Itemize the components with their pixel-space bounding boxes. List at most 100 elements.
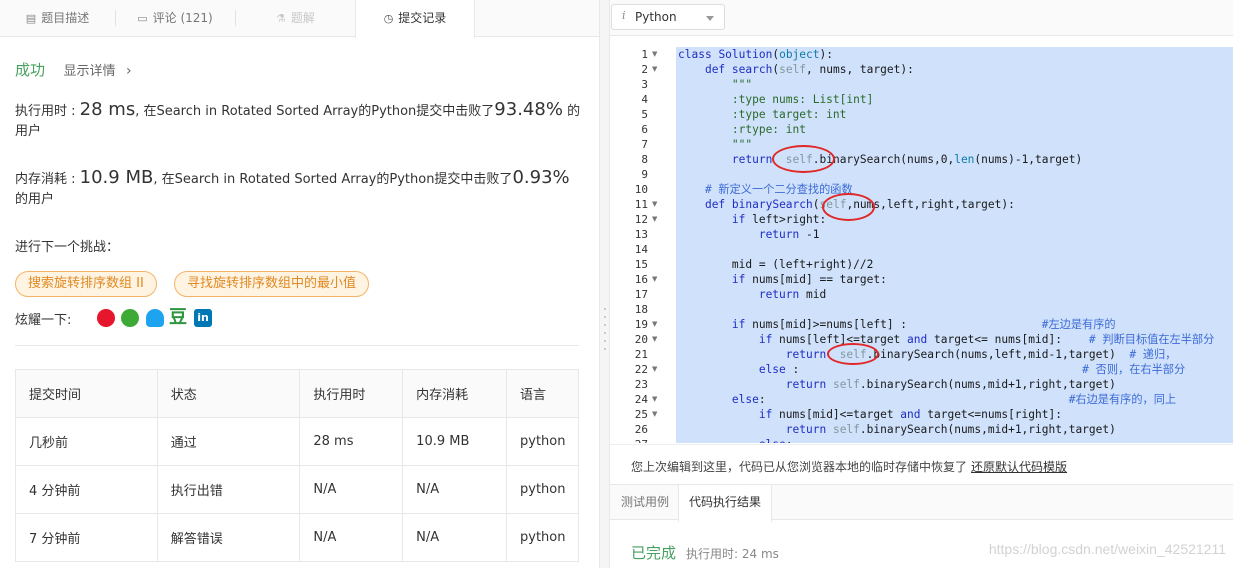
line-number: 25 bbox=[634, 408, 648, 421]
code-line[interactable]: mid = (left+right)//2 bbox=[678, 257, 873, 272]
cell-memory: N/A bbox=[402, 513, 507, 562]
share-label: 炫耀一下: bbox=[15, 313, 72, 328]
status-badge[interactable]: 通过 bbox=[156, 417, 301, 466]
douban-icon[interactable]: 豆 bbox=[168, 307, 188, 329]
line-number: 18 bbox=[634, 303, 648, 316]
tab-submissions[interactable]: ◷ 提交记录 bbox=[355, 0, 475, 38]
qq-icon[interactable] bbox=[146, 309, 164, 327]
cell-language: python bbox=[506, 513, 579, 562]
fold-toggle-icon[interactable]: ▼ bbox=[652, 47, 657, 62]
show-details-link[interactable]: 显示详情 bbox=[63, 64, 115, 79]
language-value: Python bbox=[635, 10, 677, 24]
challenge-chip-search-rotated-ii[interactable]: 搜索旋转排序数组 II bbox=[15, 271, 157, 297]
chevron-right-icon[interactable]: › bbox=[126, 63, 132, 79]
code-line[interactable]: else : # 否则，在右半部分 bbox=[678, 362, 1185, 377]
challenge-chip-find-min-rotated[interactable]: 寻找旋转排序数组中的最小值 bbox=[174, 271, 370, 297]
code-line[interactable]: return mid bbox=[678, 287, 826, 302]
code-line[interactable]: return self.binarySearch(nums,left,mid-1… bbox=[678, 347, 1177, 362]
code-line[interactable]: """ bbox=[678, 77, 752, 92]
grip-dot bbox=[604, 348, 606, 350]
restore-default-code-link[interactable]: 还原默认代码模版 bbox=[971, 460, 1067, 474]
tab-description[interactable]: ▤ 题目描述 bbox=[0, 0, 115, 37]
line-number: 20 bbox=[634, 333, 648, 346]
code-line[interactable]: else: bbox=[678, 437, 793, 443]
cell-runtime: 28 ms bbox=[299, 417, 404, 466]
code-line[interactable]: :type target: int bbox=[678, 107, 847, 122]
line-number: 24 bbox=[634, 393, 648, 406]
code-line[interactable]: :rtype: int bbox=[678, 122, 806, 137]
code-line[interactable]: return self.binarySearch(nums,mid+1,righ… bbox=[678, 422, 1116, 437]
line-number: 1 bbox=[641, 48, 648, 61]
language-select[interactable]: i Python bbox=[611, 4, 725, 30]
fold-toggle-icon[interactable]: ▼ bbox=[652, 332, 657, 347]
restore-notice: 您上次编辑到这里，代码已从您浏览器本地的临时存储中恢复了 还原默认代码模版 bbox=[610, 444, 1233, 484]
code-line[interactable]: """ bbox=[678, 137, 752, 152]
grip-dot bbox=[604, 332, 606, 334]
code-line[interactable]: if nums[mid]<=target and target<=nums[ri… bbox=[678, 407, 1062, 422]
code-line[interactable]: if left>right: bbox=[678, 212, 826, 227]
runtime-percent: 93.48% bbox=[494, 99, 563, 120]
tab-testcase[interactable]: 测试用例 bbox=[621, 485, 669, 521]
problem-tabs: ▤ 题目描述 ▭ 评论 (121) ⚗ 题解 ◷ 提交记录 bbox=[0, 0, 599, 38]
tab-solutions: ⚗ 题解 bbox=[276, 11, 315, 25]
linkedin-icon[interactable]: in bbox=[194, 309, 212, 327]
runtime-summary: 执行用时 : 28 ms, 在Search in Rotated Sorted … bbox=[15, 99, 581, 140]
code-editor[interactable]: 1 ▼ 2 ▼ 3 4 5 6 7 8 9 10 11 ▼ 12 ▼ 13 14 15 16 ▼ 17 18 19 ▼ 20 ▼ 21… bbox=[610, 44, 1233, 443]
line-number: 19 bbox=[634, 318, 648, 331]
line-number: 10 bbox=[634, 183, 648, 196]
line-number: 16 bbox=[634, 273, 648, 286]
line-number: 23 bbox=[634, 378, 648, 391]
code-line[interactable]: return self.binarySearch(nums,mid+1,righ… bbox=[678, 377, 1116, 392]
code-line[interactable]: return -1 bbox=[678, 227, 820, 242]
fold-toggle-icon[interactable]: ▼ bbox=[652, 317, 657, 332]
document-icon: ▤ bbox=[25, 12, 37, 25]
line-number: 11 bbox=[634, 198, 648, 211]
tab-run-result[interactable]: 代码执行结果 bbox=[678, 485, 773, 522]
watermark: https://blog.csdn.net/weixin_42521211 bbox=[988, 541, 1226, 557]
panel-resize-handle[interactable] bbox=[599, 0, 610, 568]
wechat-icon[interactable] bbox=[121, 309, 139, 327]
table-header-row: 提交时间 状态 执行用时 内存消耗 语言 bbox=[15, 369, 579, 418]
cell-memory: 10.9 MB bbox=[402, 417, 507, 466]
line-number-gutter: 1 ▼ 2 ▼ 3 4 5 6 7 8 9 10 11 ▼ 12 ▼ 13 14 15 16 ▼ 17 18 19 ▼ 20 ▼ 21… bbox=[610, 44, 670, 443]
tab-comments[interactable]: ▭ 评论 (121) bbox=[116, 0, 234, 37]
info-icon: i bbox=[622, 9, 626, 22]
cell-runtime: N/A bbox=[299, 465, 404, 514]
line-number: 13 bbox=[634, 228, 648, 241]
fold-toggle-icon[interactable]: ▼ bbox=[652, 62, 657, 77]
code-line[interactable]: return self.binarySearch(nums,0,len(nums… bbox=[678, 152, 1082, 167]
code-line[interactable]: def search(self, nums, target): bbox=[678, 62, 914, 77]
editor-panel: i Python 1 ▼ 2 ▼ 3 4 5 6 7 8 9 10 11 ▼ 12 ▼ 13 14 15 16 ▼ 17 1… bbox=[610, 0, 1233, 568]
line-number: 15 bbox=[634, 258, 648, 271]
comment-icon: ▭ bbox=[137, 12, 148, 25]
fold-toggle-icon[interactable]: ▼ bbox=[652, 272, 657, 287]
code-line[interactable]: else: #右边是有序的，同上 bbox=[678, 392, 1176, 407]
code-line[interactable]: if nums[mid]>=nums[left] : #左边是有序的 bbox=[678, 317, 1116, 332]
next-challenge-label: 进行下一个挑战： bbox=[15, 240, 120, 255]
fold-toggle-icon[interactable]: ▼ bbox=[652, 407, 657, 422]
caret-down-icon bbox=[706, 16, 714, 21]
fold-toggle-icon[interactable]: ▼ bbox=[652, 212, 657, 227]
code-line[interactable]: if nums[mid] == target: bbox=[678, 272, 887, 287]
submission-status: 成功 显示详情 › bbox=[15, 59, 132, 80]
table-row: 7 分钟前 解答错误 N/A N/A python bbox=[15, 513, 579, 562]
memory-percent: 0.93% bbox=[512, 167, 570, 188]
code-area[interactable]: class Solution(object): def search(self,… bbox=[676, 47, 1233, 443]
cell-time: 几秒前 bbox=[15, 417, 158, 466]
line-number: 22 bbox=[634, 363, 648, 376]
status-badge[interactable]: 执行出错 bbox=[156, 465, 301, 514]
code-line[interactable]: :type nums: List[int] bbox=[678, 92, 873, 107]
fold-toggle-icon[interactable]: ▼ bbox=[652, 197, 657, 212]
status-success: 成功 bbox=[15, 61, 46, 79]
cell-language: python bbox=[506, 417, 579, 466]
code-line[interactable]: class Solution(object): bbox=[678, 47, 833, 62]
status-badge[interactable]: 解答错误 bbox=[156, 513, 301, 562]
code-line[interactable]: # 新定义一个二分查找的函数 bbox=[678, 182, 853, 197]
annotation-circle bbox=[772, 145, 835, 173]
fold-toggle-icon[interactable]: ▼ bbox=[652, 392, 657, 407]
weibo-icon[interactable] bbox=[97, 309, 115, 327]
clock-icon: ◷ bbox=[383, 12, 394, 25]
fold-toggle-icon[interactable]: ▼ bbox=[652, 362, 657, 377]
code-line[interactable]: if nums[left]<=target and target<= nums[… bbox=[678, 332, 1214, 347]
line-number: 26 bbox=[634, 423, 648, 436]
